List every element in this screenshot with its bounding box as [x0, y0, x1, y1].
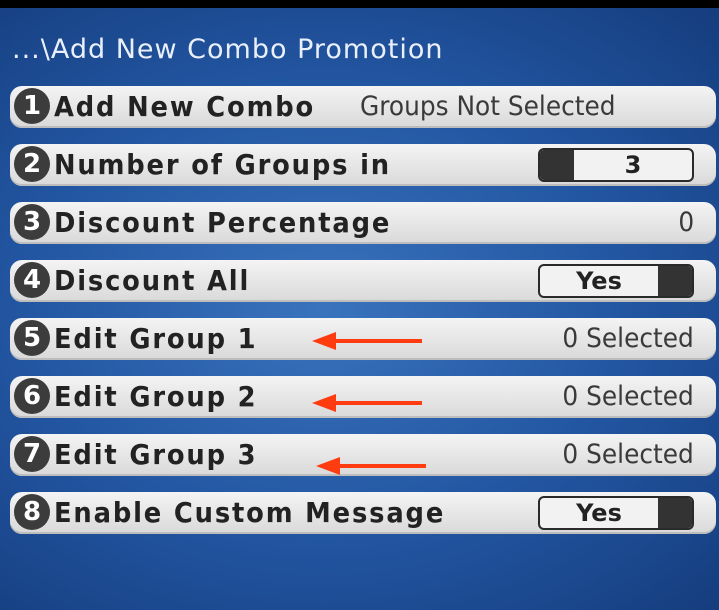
discount-all-value: Yes: [576, 267, 622, 295]
menu-item-label: Add New Combo: [54, 90, 316, 123]
page-title: ...\Add New Combo Promotion: [12, 34, 444, 65]
menu-item-label: Discount All: [54, 264, 251, 297]
menu-item-add-new-combo[interactable]: 1 Add New Combo Groups Not Selected: [10, 86, 716, 128]
toggle-knob[interactable]: [658, 266, 692, 296]
number-badge-4: 4: [14, 262, 50, 298]
group-3-selected-value: 0 Selected: [562, 439, 694, 470]
red-arrow-annotation: [312, 332, 422, 350]
custom-message-value: Yes: [576, 499, 622, 527]
groups-count-value: 3: [624, 151, 642, 179]
menu-item-label: Edit Group 1: [54, 322, 258, 355]
menu-item-label: Edit Group 3: [54, 438, 258, 471]
discount-percentage-value: 0: [678, 207, 694, 238]
red-arrow-annotation: [312, 394, 422, 412]
toggle-knob[interactable]: [658, 498, 692, 528]
menu-item-enable-custom-message[interactable]: 8 Enable Custom Message Yes: [10, 492, 716, 534]
number-badge-8: 8: [14, 494, 50, 530]
groups-count-stepper[interactable]: 3: [538, 148, 694, 182]
menu-item-label: Number of Groups in: [54, 148, 391, 181]
groups-status-value: Groups Not Selected: [360, 91, 616, 122]
menu-item-label: Edit Group 2: [54, 380, 258, 413]
menu-item-discount-percentage[interactable]: 3 Discount Percentage 0: [10, 202, 716, 244]
number-badge-5: 5: [14, 320, 50, 356]
number-badge-1: 1: [14, 88, 50, 124]
menu-item-number-of-groups[interactable]: 2 Number of Groups in 3: [10, 144, 716, 186]
group-2-selected-value: 0 Selected: [562, 381, 694, 412]
menu-item-label: Discount Percentage: [54, 206, 392, 239]
number-badge-7: 7: [14, 436, 50, 472]
combo-promotion-screen: ...\Add New Combo Promotion 1 Add New Co…: [0, 0, 719, 610]
custom-message-toggle[interactable]: Yes: [538, 496, 694, 530]
red-arrow-annotation: [316, 457, 426, 475]
number-badge-3: 3: [14, 204, 50, 240]
discount-all-toggle[interactable]: Yes: [538, 264, 694, 298]
stepper-knob[interactable]: [540, 150, 574, 180]
number-badge-6: 6: [14, 378, 50, 414]
number-badge-2: 2: [14, 146, 50, 182]
top-bar: [0, 0, 719, 8]
menu-item-discount-all[interactable]: 4 Discount All Yes: [10, 260, 716, 302]
menu-item-label: Enable Custom Message: [54, 496, 446, 529]
group-1-selected-value: 0 Selected: [562, 323, 694, 354]
